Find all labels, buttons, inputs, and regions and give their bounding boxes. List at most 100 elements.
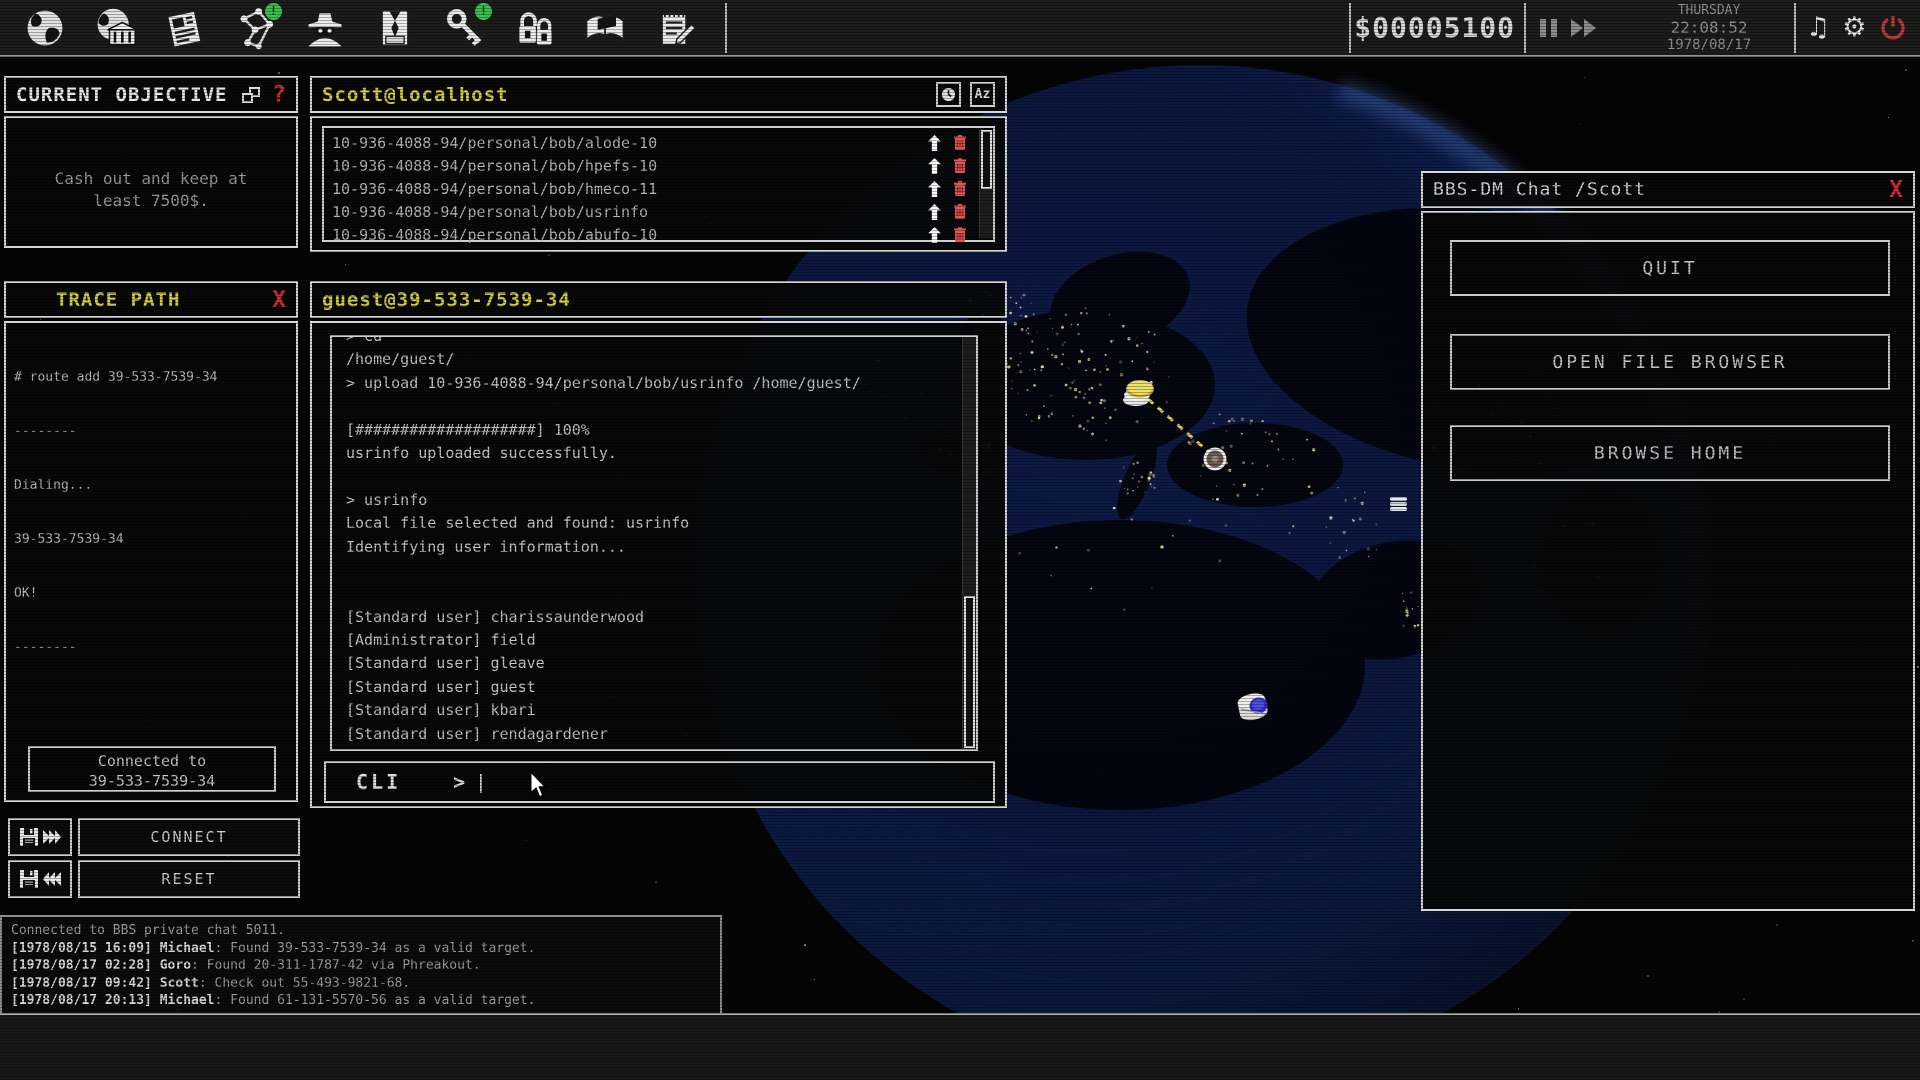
connect-button[interactable]: CONNECT [78,818,300,856]
save-reset-button[interactable] [8,860,72,898]
notes-button[interactable] [652,5,698,51]
file-row[interactable]: 10-936-4088-94/personal/bob/hmeco-11 [332,177,993,200]
relay-node-marker[interactable] [1390,497,1407,511]
help-button[interactable]: ? [272,82,286,108]
globe-map-button[interactable] [22,5,68,51]
file-list: 10-936-4088-94/personal/bob/alode-10 10-… [322,126,995,242]
file-path: 10-936-4088-94/personal/bob/hmeco-11 [332,180,925,198]
clock-time: 22:08:52 [1628,19,1790,37]
spy-icon [303,6,347,50]
file-path: 10-936-4088-94/personal/bob/alode-10 [332,134,925,152]
trace-panel-header: TRACE PATH X [4,281,298,318]
notification-badge: ! [475,3,492,20]
text-caret: | [475,771,486,793]
terminal-line [346,395,962,418]
target-node-marker[interactable] [1205,449,1225,469]
delete-file-button[interactable] [951,158,969,173]
music-button[interactable]: ♫ [1806,14,1830,41]
file-manager-title: Scott@localhost [322,84,509,106]
terminal-line: /home/guest/ [346,348,962,371]
terminal-line [346,559,962,582]
file-row[interactable]: 10-936-4088-94/personal/bob/usrinfo [332,200,993,223]
sort-by-time-button[interactable] [936,82,961,107]
pause-button[interactable] [1540,19,1557,37]
trace-line: -------- [14,423,288,441]
browse-home-label: BROWSE HOME [1594,443,1746,464]
news-button[interactable] [162,5,208,51]
terminal-line: > usrinfo [346,489,962,512]
upload-arrow-icon [928,158,941,174]
power-button[interactable] [1878,13,1908,43]
scrollbar-thumb[interactable] [981,130,992,189]
connected-status-box: Connected to 39-533-7539-34 [28,746,276,792]
objective-panel-body: Cash out and keep at least 7500$. [4,116,298,248]
file-list-scrollbar[interactable] [979,130,993,238]
upload-arrow-icon [928,135,941,151]
bbs-chat-log: Connected to BBS private chat 5011. [197… [0,915,722,1015]
trace-title: TRACE PATH [56,289,180,311]
sort-alphabetical-button[interactable]: Az [970,82,995,107]
terminal-scrollbar[interactable] [962,337,976,749]
reset-button[interactable]: RESET [78,860,300,898]
toolbar-divider [1524,3,1526,53]
bank-button[interactable] [92,5,138,51]
notepad-icon [653,6,697,50]
file-row[interactable]: 10-936-4088-94/personal/bob/alode-10 [332,131,993,154]
save-connect-button[interactable] [8,818,72,856]
studies-button[interactable] [582,5,628,51]
cli-input[interactable]: CLI > | [324,761,995,803]
terminal-line: > upload 10-936-4088-94/personal/bob/usr… [346,372,962,395]
log-user: Michael [160,993,215,1008]
scrollbar-thumb[interactable] [964,596,975,748]
browse-home-button[interactable]: BROWSE HOME [1450,425,1890,481]
upload-file-button[interactable] [925,135,943,151]
open-file-browser-button[interactable]: OPEN FILE BROWSER [1450,334,1890,390]
objective-panel-header: CURRENT OBJECTIVE ? [4,76,298,113]
hacker-button[interactable] [302,5,348,51]
delete-file-button[interactable] [951,181,969,196]
file-path: 10-936-4088-94/personal/bob/abufo-10 [332,226,925,244]
upload-arrow-icon [928,227,941,243]
delete-file-button[interactable] [951,204,969,219]
upload-file-button[interactable] [925,181,943,197]
bottom-bar [0,1013,1920,1080]
terminal-line: [Standard user] kbari [346,699,962,722]
trace-line: OK! [14,585,288,603]
log-line: [1978/08/17 20:13] Michael: Found 61-131… [11,992,711,1010]
close-trace-button[interactable]: X [272,287,286,313]
log-line: [1978/08/15 16:09] Michael: Found 39-533… [11,940,711,958]
file-row[interactable]: 10-936-4088-94/personal/bob/abufo-10 [332,223,993,246]
log-line: [1978/08/17 02:28] Goro: Found 20-311-17… [11,957,711,975]
top-toolbar: ! [0,0,1920,57]
log-time: [1978/08/17 20:13] [11,993,160,1008]
delete-file-button[interactable] [951,135,969,150]
money-display: $00005100 [1353,0,1521,55]
envelope-money-icon [373,6,417,50]
log-time: [1978/08/15 16:09] [11,941,160,956]
floppy-disk-icon [19,827,39,847]
settings-gear-button[interactable]: ⚙ [1842,14,1866,41]
terminal-line: [Standard user] gleave [346,652,962,675]
upload-file-button[interactable] [925,158,943,174]
network-map-button[interactable]: ! [232,5,278,51]
popout-window-icon[interactable] [242,87,260,103]
terminal-output[interactable]: > cd /home/guest/ > upload 10-936-4088-9… [330,335,978,751]
close-bbs-button[interactable]: X [1889,177,1903,203]
terminal-line: usrinfo uploaded successfully. [346,442,962,465]
upload-arrow-icon [928,181,941,197]
upload-file-button[interactable] [925,204,943,220]
upload-file-button[interactable] [925,227,943,243]
delete-file-button[interactable] [951,227,969,242]
toolbar-divider [725,3,727,53]
file-row[interactable]: 10-936-4088-94/personal/bob/hpefs-10 [332,154,993,177]
quit-button[interactable]: QUIT [1450,240,1890,296]
locks-button[interactable] [512,5,558,51]
keys-button[interactable]: ! [442,5,488,51]
trash-icon [954,181,966,196]
dossier-button[interactable] [372,5,418,51]
fast-forward-button[interactable] [1571,19,1596,37]
terminal-body: > cd /home/guest/ > upload 10-936-4088-9… [310,321,1007,808]
bank-icon [93,6,137,50]
trace-line: Dialing... [14,477,288,495]
terminal-line: [####################] 100% [346,419,962,442]
